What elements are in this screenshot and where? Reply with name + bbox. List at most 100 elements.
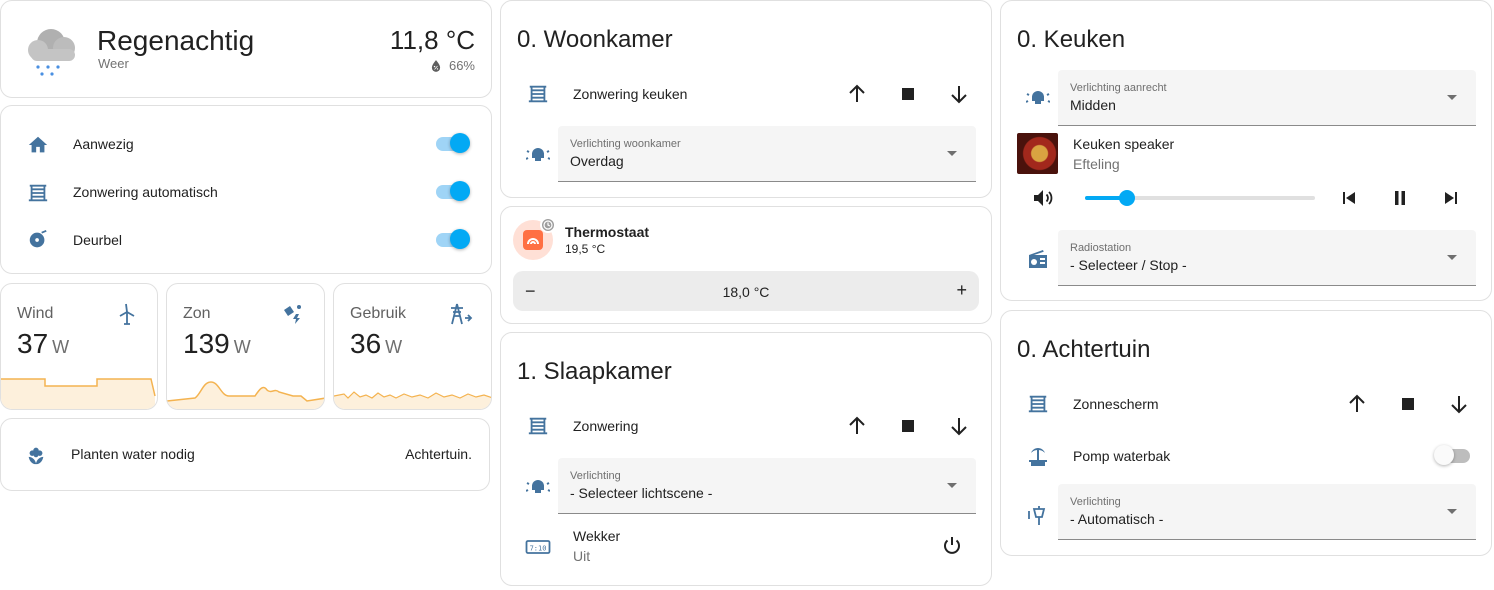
plants-label: Planten water nodig (71, 446, 195, 462)
chevron-down-icon (1447, 255, 1457, 260)
cover-open-button[interactable] (845, 414, 869, 438)
zon-history-graph (167, 381, 324, 409)
zonwering-automatisch-toggle[interactable] (434, 181, 470, 201)
stat-card-gebruik[interactable]: Gebruik 36 W (333, 283, 492, 410)
select-value: Midden (1070, 97, 1116, 113)
chevron-down-icon (947, 483, 957, 488)
select-value: - Selecteer / Stop - (1070, 257, 1187, 273)
pump-toggle[interactable] (1434, 445, 1470, 465)
cover-close-button[interactable] (947, 82, 971, 106)
achtertuin-light-select[interactable]: Verlichting - Automatisch - (1058, 484, 1476, 540)
select-label: Radiostation (1070, 242, 1132, 254)
stat-value: 37 W (17, 328, 70, 359)
radio-station-select[interactable]: Radiostation - Selecteer / Stop - (1058, 230, 1476, 286)
stat-label: Zon (183, 305, 211, 322)
next-track-button[interactable] (1439, 186, 1463, 210)
woonkamer-title: 0. Woonkamer (517, 26, 673, 53)
select-value: - Selecteer lichtscene - (570, 485, 713, 501)
thermostat-target-control: − 18,0 °C + (513, 271, 979, 311)
select-label: Verlichting (1070, 496, 1121, 508)
stat-card-zon[interactable]: Zon 139 W (166, 283, 325, 410)
cover-close-button[interactable] (947, 414, 971, 438)
thermostat-card: Thermostaat 19,5 °C − 18,0 °C + (500, 206, 992, 324)
toggle-label-aanwezig: Aanwezig (73, 136, 134, 152)
speaker-artwork[interactable] (1017, 133, 1058, 174)
wind-history-graph (1, 378, 156, 409)
achtertuin-card: 0. Achtertuin Zonnescherm Pomp waterbak … (1000, 310, 1492, 556)
select-label: Verlichting aanrecht (1070, 82, 1167, 94)
keuken-title: 0. Keuken (1017, 26, 1126, 53)
cover-close-button[interactable] (1447, 392, 1471, 416)
radio-icon (1026, 247, 1050, 271)
weather-humidity: 66% (429, 58, 475, 73)
power-button[interactable] (940, 534, 964, 558)
blinds-icon (1027, 393, 1049, 415)
thermostat-name: Thermostaat (565, 224, 650, 240)
cover-stop-button[interactable] (1396, 392, 1420, 416)
cover-label: Zonwering (573, 418, 639, 434)
weather-condition: Regenachtig (97, 25, 255, 56)
cover-stop-button[interactable] (896, 82, 920, 106)
stat-card-wind[interactable]: Wind 37 W (0, 283, 158, 410)
thermostat-increase-button[interactable]: + (956, 280, 967, 301)
stat-value: 139 W (183, 328, 251, 359)
select-value: Overdag (570, 153, 624, 169)
deurbel-toggle[interactable] (434, 229, 470, 249)
stat-value: 36 W (350, 328, 403, 359)
woonkamer-card: 0. Woonkamer Zonwering keuken Verlichtin… (500, 0, 992, 198)
woonkamer-light-scene-select[interactable]: Verlichting woonkamer Overdag (558, 126, 976, 182)
weather-card[interactable]: Regenachtig Weer 11,8 °C 66% (0, 0, 492, 98)
keuken-light-scene-select[interactable]: Verlichting aanrecht Midden (1058, 70, 1476, 126)
alarm-state: Uit (573, 548, 591, 564)
bell-icon (27, 229, 49, 251)
ceiling-light-icon (526, 144, 550, 168)
ceiling-light-icon (526, 476, 550, 500)
chevron-down-icon (1447, 95, 1457, 100)
select-label: Verlichting woonkamer (570, 138, 681, 150)
stat-label: Wind (17, 305, 54, 322)
previous-track-button[interactable] (1337, 186, 1361, 210)
aanwezig-toggle[interactable] (434, 133, 470, 153)
cover-label: Zonnescherm (1073, 396, 1159, 412)
toggle-label-deurbel: Deurbel (73, 232, 123, 248)
pump-label: Pomp waterbak (1073, 448, 1171, 464)
select-label: Verlichting (570, 470, 621, 482)
flower-icon (25, 444, 47, 466)
weather-entity-name: Weer (98, 56, 129, 71)
thermostat-icon (523, 230, 543, 250)
slaapkamer-card: 1. Slaapkamer Zonwering Verlichting - Se… (500, 332, 992, 586)
cover-open-button[interactable] (1345, 392, 1369, 416)
thermostat-icon-wrap[interactable] (513, 217, 556, 260)
solar-power-icon (282, 302, 306, 326)
slaapkamer-light-scene-select[interactable]: Verlichting - Selecteer lichtscene - (558, 458, 976, 514)
fountain-icon (1026, 445, 1050, 469)
plants-card[interactable]: Planten water nodig Achtertuin. (0, 418, 490, 491)
humidity-value: 66% (448, 58, 475, 73)
volume-slider-thumb[interactable] (1119, 190, 1135, 206)
speaker-name: Keuken speaker (1073, 136, 1175, 152)
cover-label: Zonwering keuken (573, 86, 688, 102)
alarm-clock-icon: 7:10 (525, 537, 551, 557)
blinds-icon (27, 182, 49, 204)
chevron-down-icon (947, 151, 957, 156)
select-value: - Automatisch - (1070, 511, 1164, 527)
weather-rain-icon (21, 21, 81, 79)
cover-stop-button[interactable] (896, 414, 920, 438)
blinds-icon (527, 83, 549, 105)
transmission-tower-icon (447, 302, 473, 326)
svg-text:7:10: 7:10 (530, 545, 547, 553)
chevron-down-icon (1447, 509, 1457, 514)
volume-icon[interactable] (1031, 186, 1055, 210)
pause-button[interactable] (1388, 186, 1412, 210)
keuken-card: 0. Keuken Verlichting aanrecht Midden Ke… (1000, 0, 1492, 301)
ceiling-light-icon (1026, 87, 1050, 111)
volume-slider[interactable] (1085, 190, 1315, 206)
achtertuin-title: 0. Achtertuin (1017, 336, 1151, 363)
alarm-label: Wekker (573, 528, 621, 544)
slaapkamer-title: 1. Slaapkamer (517, 358, 672, 385)
home-icon (27, 134, 49, 156)
speaker-source: Efteling (1073, 156, 1120, 172)
cover-open-button[interactable] (845, 82, 869, 106)
thermostat-current-temp: 19,5 °C (565, 242, 606, 256)
water-percent-icon (431, 59, 441, 72)
